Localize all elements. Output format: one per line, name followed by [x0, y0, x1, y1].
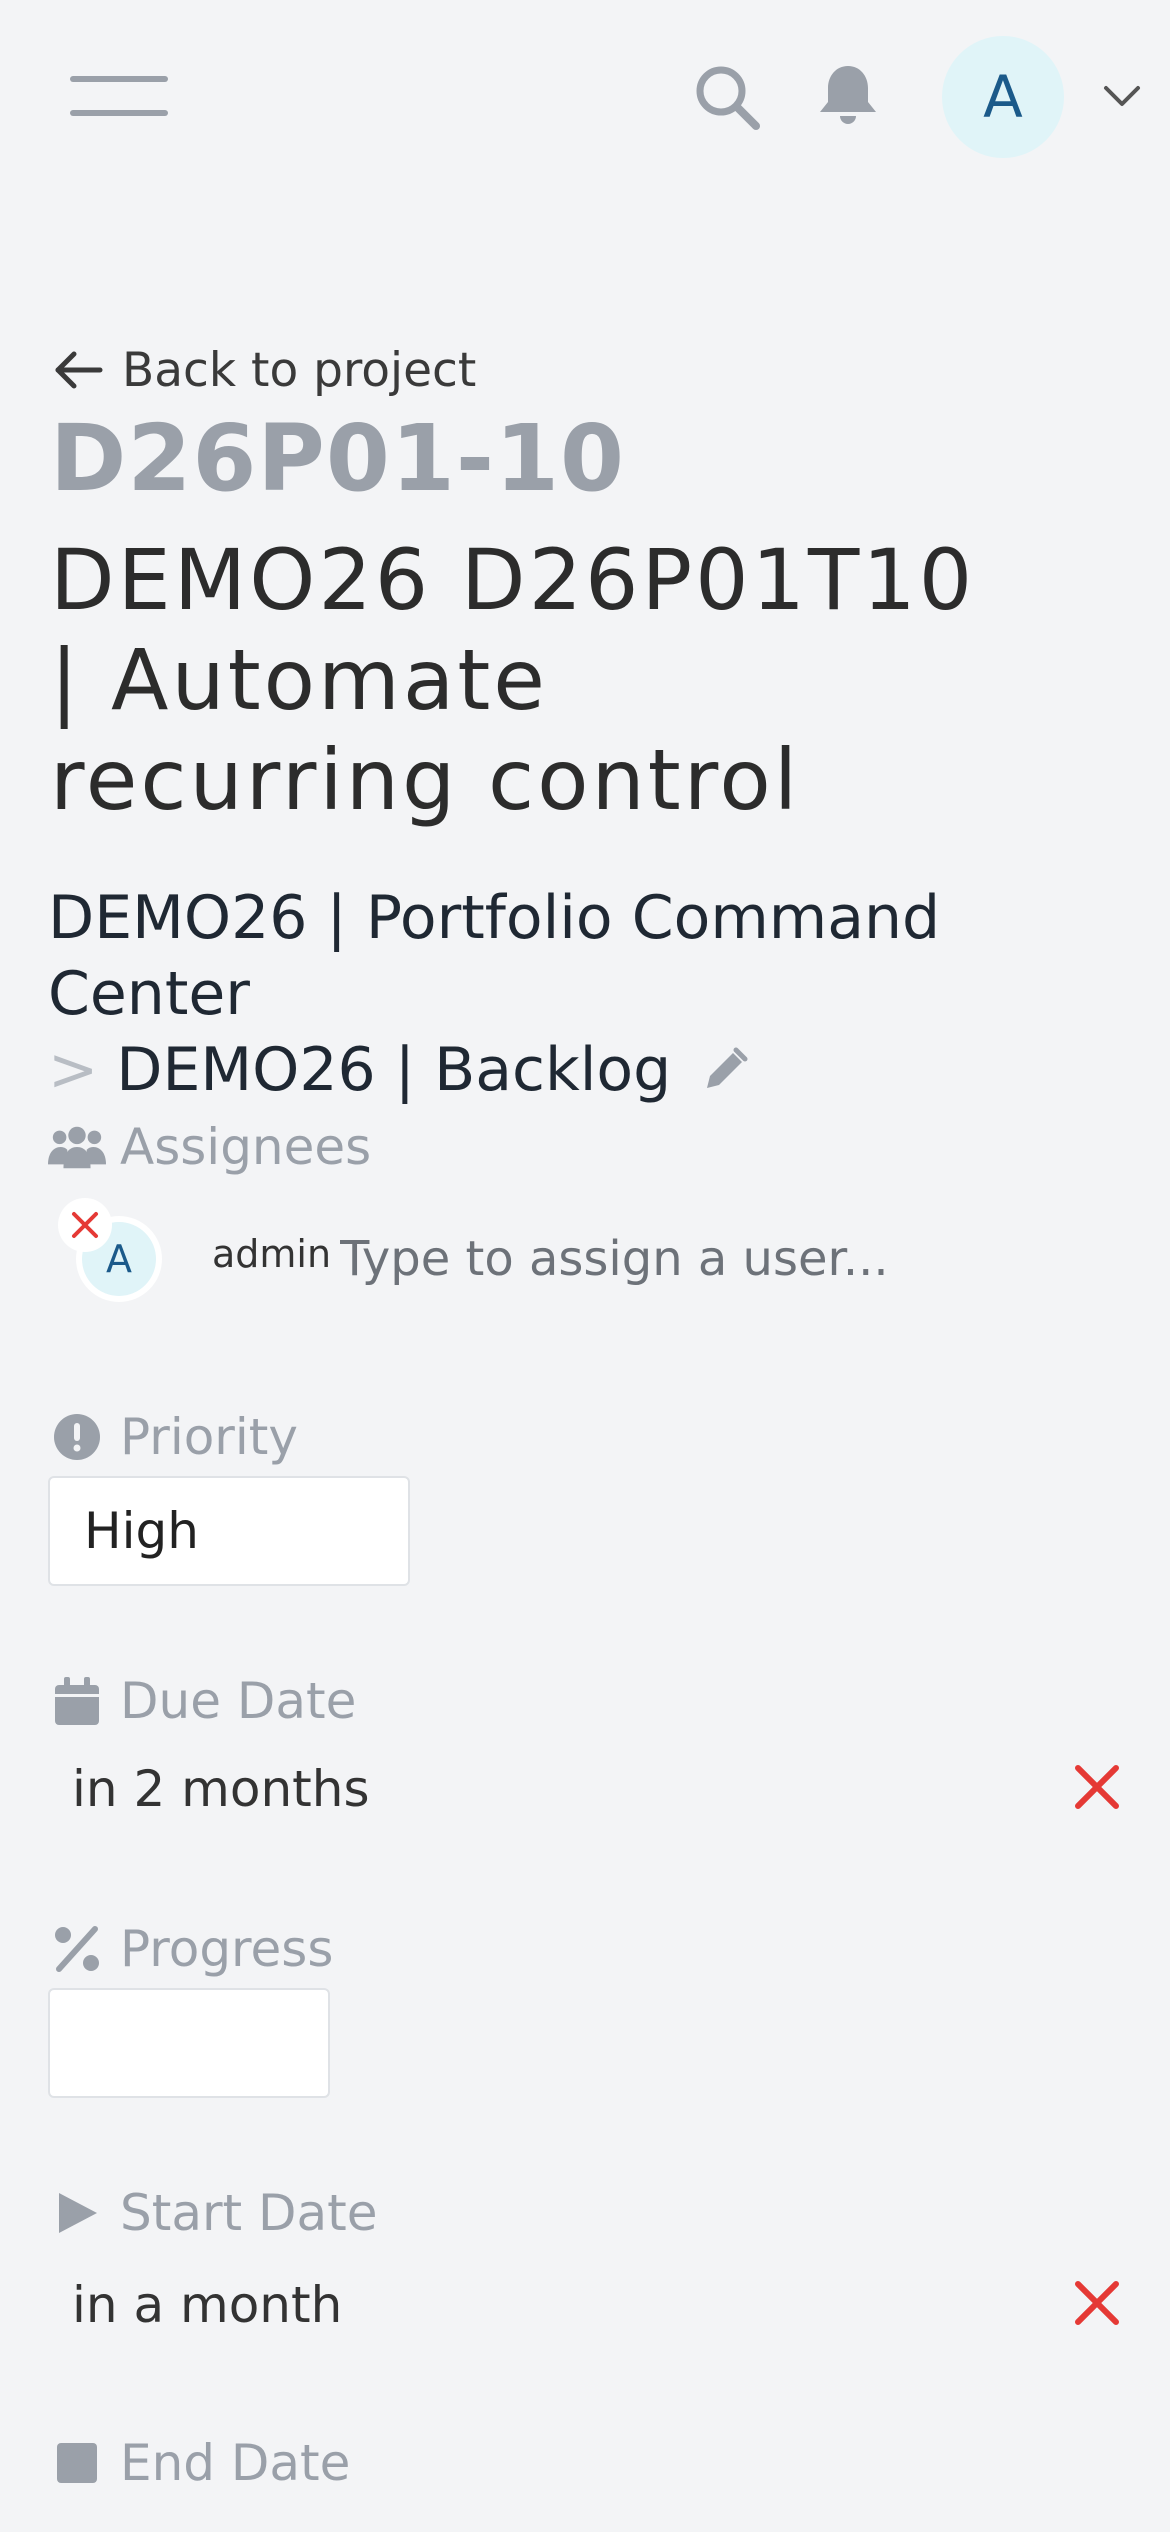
clear-start-date-icon[interactable]	[1072, 2278, 1122, 2328]
task-title-line: | Automate	[50, 631, 548, 729]
breadcrumb: DEMO26 | Portfolio Command Center > DEMO2…	[48, 880, 1148, 1108]
hamburger-bar	[70, 110, 168, 116]
remove-assignee-button[interactable]	[58, 1198, 112, 1252]
breadcrumb-project[interactable]: DEMO26 | Portfolio Command Center	[48, 880, 1148, 1032]
menu-toggle-button[interactable]	[70, 76, 168, 118]
task-title-line: DEMO26 D26P01T10	[50, 531, 976, 629]
start-date-label: Start Date	[48, 2184, 378, 2242]
end-date-label: End Date	[48, 2434, 350, 2492]
breadcrumb-bucket[interactable]: DEMO26 | Backlog	[116, 1035, 671, 1105]
user-avatar[interactable]: A	[942, 36, 1064, 158]
due-date-value[interactable]: in 2 months	[72, 1760, 370, 1818]
back-to-project-link[interactable]: Back to project	[52, 340, 476, 400]
task-title-line: recurring control	[50, 731, 801, 829]
stop-icon	[48, 2438, 106, 2488]
task-key: D26P01-10	[50, 405, 626, 512]
hamburger-bar	[70, 76, 168, 82]
priority-label-text: Priority	[120, 1408, 298, 1466]
percent-icon	[48, 1924, 106, 1974]
exclamation-circle-icon	[48, 1412, 106, 1462]
assignee-name: admin	[212, 1232, 332, 1276]
assignees-label-text: Assignees	[120, 1118, 372, 1176]
breadcrumb-separator: >	[48, 1035, 99, 1105]
chevron-down-icon[interactable]	[1102, 84, 1142, 110]
search-icon[interactable]	[694, 64, 760, 130]
progress-label-text: Progress	[120, 1920, 334, 1978]
progress-input[interactable]	[48, 1988, 330, 2098]
clear-due-date-icon[interactable]	[1072, 1762, 1122, 1812]
due-date-label: Due Date	[48, 1672, 356, 1730]
progress-label: Progress	[48, 1920, 333, 1978]
priority-label: Priority	[48, 1408, 298, 1466]
close-icon	[72, 1212, 98, 1238]
arrow-left-icon	[55, 351, 103, 389]
back-to-project-label: Back to project	[122, 342, 477, 398]
pencil-icon[interactable]	[701, 1046, 749, 1094]
assign-user-input[interactable]	[340, 1224, 1120, 1294]
play-icon	[48, 2188, 106, 2238]
bell-icon[interactable]	[816, 62, 880, 128]
start-date-label-text: Start Date	[120, 2184, 378, 2242]
end-date-label-text: End Date	[120, 2434, 351, 2492]
start-date-value[interactable]: in a month	[72, 2276, 342, 2334]
due-date-label-text: Due Date	[120, 1672, 357, 1730]
task-title[interactable]: DEMO26 D26P01T10 | Automate recurring co…	[50, 530, 1050, 830]
assignees-label: Assignees	[48, 1118, 371, 1176]
priority-select[interactable]: High	[48, 1476, 410, 1586]
calendar-icon	[48, 1676, 106, 1726]
users-icon	[48, 1122, 106, 1172]
